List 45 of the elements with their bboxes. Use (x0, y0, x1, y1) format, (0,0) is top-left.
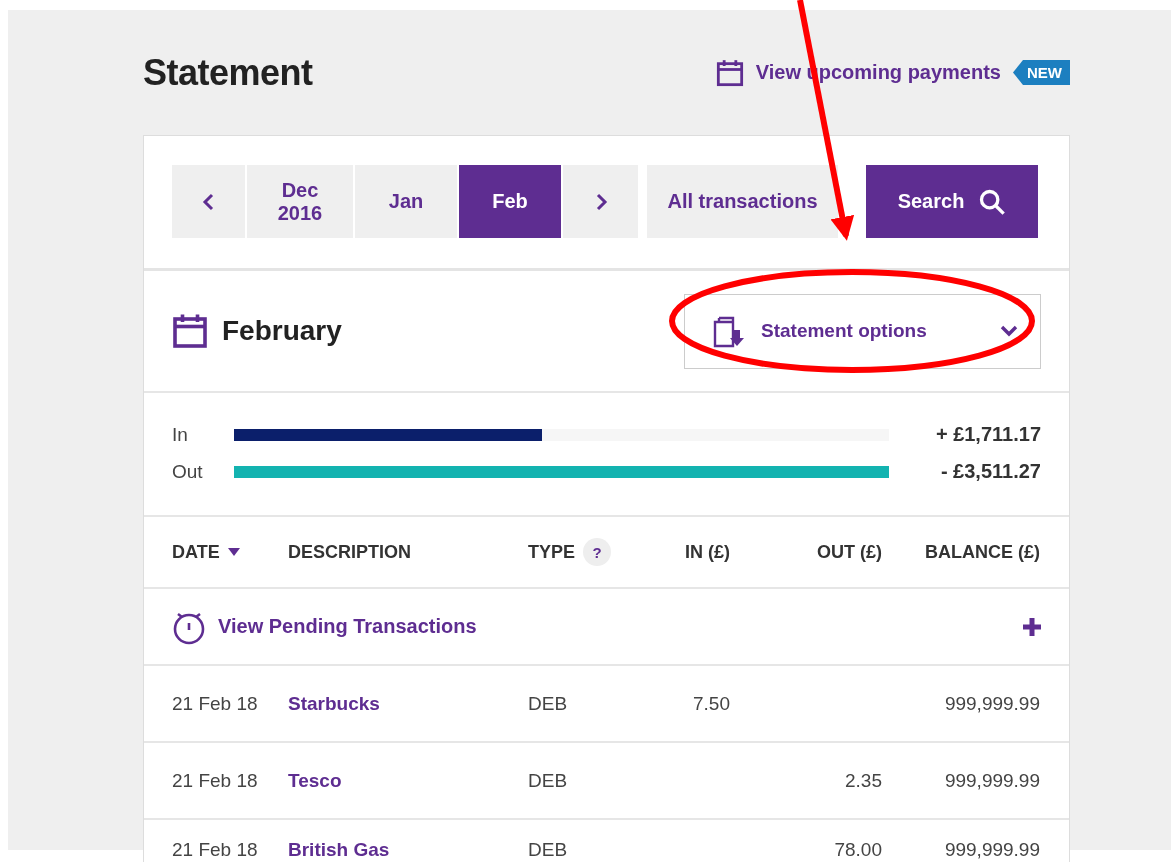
month-tab[interactable]: Dec 2016 (247, 165, 355, 238)
description-link[interactable]: British Gas (288, 839, 390, 860)
page-title: Statement (143, 51, 313, 94)
month-tab[interactable]: Feb (459, 165, 563, 238)
summary-amount: - £3,511.27 (939, 460, 1041, 483)
description-link[interactable]: Tesco (288, 769, 342, 791)
previous-month-button[interactable] (172, 165, 247, 238)
column-header: DESCRIPTION (288, 541, 411, 563)
summary-label: Out (172, 460, 204, 483)
month-tab[interactable]: Jan (355, 165, 459, 238)
filter-dropdown[interactable]: All transactions (647, 165, 840, 238)
next-month-button[interactable] (563, 165, 640, 238)
statement-options-button[interactable]: Statement options (684, 293, 1041, 369)
chevron-down-icon (1000, 325, 1018, 337)
out-amount-cell-text: 2.35 (844, 769, 882, 792)
sort-down-icon (227, 548, 240, 556)
type-cell-text: DEB (528, 769, 569, 792)
date-cell-text: 21 Feb 18 (172, 769, 259, 792)
calendar-icon (715, 58, 744, 87)
pending-transactions-link[interactable]: View Pending Transactions (172, 608, 477, 645)
search-button[interactable]: Search (866, 165, 1040, 238)
summary-amount: + £1,711.17 (934, 423, 1041, 446)
period-title: February (222, 315, 342, 347)
type-cell-text: DEB (528, 692, 569, 715)
out-amount-cell-text: 78.00 (833, 839, 882, 861)
type-cell-text: DEB (528, 839, 569, 861)
column-header: OUT (£) (817, 541, 882, 563)
plus-icon[interactable] (1023, 617, 1041, 636)
calendar-icon (172, 313, 208, 349)
balance-amount-cell-text: 999,999.99 (943, 769, 1040, 792)
column-header: BALANCE (£) (925, 541, 1040, 563)
column-header[interactable]: DATE (172, 541, 220, 563)
description-link[interactable]: Starbucks (288, 692, 380, 714)
balance-amount-cell-text: 999,999.99 (943, 692, 1040, 715)
help-icon[interactable]: ? (583, 538, 611, 566)
date-cell-text: 21 Feb 18 (172, 839, 259, 861)
balance-amount-cell-text: 999,999.99 (943, 839, 1040, 861)
column-header: TYPE (528, 541, 575, 563)
summary-label: In (172, 423, 189, 446)
column-header: IN (£) (685, 541, 730, 563)
in-amount-cell-text: 7.50 (692, 692, 730, 715)
chevron-left-icon (201, 192, 216, 211)
new-badge: NEW (1013, 60, 1070, 85)
date-cell-text: 21 Feb 18 (172, 692, 259, 715)
search-icon (978, 187, 1007, 216)
